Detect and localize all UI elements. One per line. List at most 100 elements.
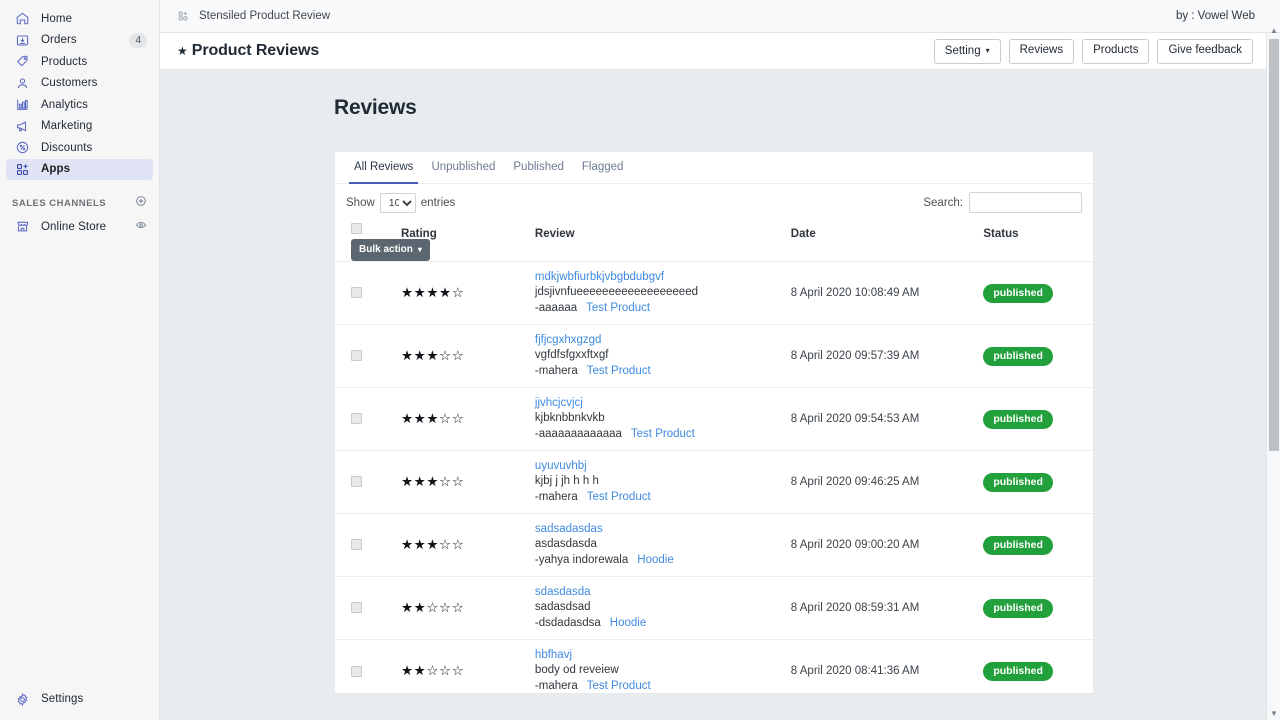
review-product-link[interactable]: Test Product: [586, 302, 650, 314]
review-product-link[interactable]: Test Product: [587, 680, 651, 692]
sidebar-item-discounts[interactable]: Discounts: [6, 137, 153, 159]
review-title-link[interactable]: mdkjwbfiurbkjvbgbdubgvf: [535, 270, 779, 285]
apps-grid-icon: [177, 10, 189, 22]
status-badge: published: [983, 410, 1053, 429]
row-checkbox[interactable]: [351, 287, 362, 299]
scroll-up-arrow[interactable]: ▲: [1267, 25, 1280, 35]
status-cell-wrap: published: [963, 325, 1093, 388]
row-select-cell: [335, 514, 379, 577]
reviews-tabs: All Reviews Unpublished Published Flagge…: [335, 152, 1093, 184]
entries-label: entries: [420, 196, 456, 209]
tab-unpublished[interactable]: Unpublished: [422, 152, 504, 183]
rating-cell: ★★★☆☆: [379, 514, 535, 577]
sidebar-item-products[interactable]: Products: [6, 51, 153, 73]
sidebar-item-home[interactable]: Home: [6, 8, 153, 30]
sidebar-item-orders[interactable]: Orders 4: [6, 30, 153, 52]
row-checkbox[interactable]: [351, 413, 362, 425]
header-date-label: Date: [790, 228, 816, 240]
page-size-select[interactable]: 102550100: [379, 192, 416, 213]
search-area: Search:: [923, 192, 1082, 213]
scroll-down-arrow[interactable]: ▼: [1267, 708, 1280, 718]
tab-published[interactable]: Published: [504, 152, 573, 183]
star-rating: ★★★☆☆: [400, 411, 465, 426]
review-title-link[interactable]: fjfjcgxhxgzgd: [535, 333, 779, 348]
review-body: jdsjivnfueeeeeeeeeeeeeeeeeed: [534, 285, 698, 298]
give-feedback-button[interactable]: Give feedback: [1157, 38, 1253, 64]
row-checkbox[interactable]: [351, 476, 362, 488]
reviews-table-body: ★★★★☆ mdkjwbfiurbkjvbgbdubgvf jdsjivnfueee…: [335, 261, 1093, 694]
row-select-cell: [335, 577, 379, 640]
vertical-scrollbar[interactable]: ▲ ▼: [1266, 26, 1280, 720]
header-date[interactable]: Date: [779, 219, 964, 262]
header-status[interactable]: Status: [963, 219, 1093, 262]
review-cell: jjvhcjcvjcj kjbknbbnkvkb -aaaaaaaaaaaaa Tes…: [535, 388, 779, 451]
status-badge: published: [983, 347, 1053, 366]
bulk-action-button[interactable]: Bulk action ▾: [351, 239, 430, 261]
review-title-link[interactable]: sdasdasda: [535, 585, 779, 600]
sidebar-item-apps[interactable]: Apps: [6, 158, 153, 180]
rating-cell: ★★☆☆☆: [379, 640, 535, 694]
star-rating: ★★☆☆☆: [400, 600, 465, 615]
review-date: 8 April 2020 09:00:20 AM: [790, 539, 920, 551]
setting-button[interactable]: Setting ▾: [933, 38, 1001, 64]
review-product-link[interactable]: Hoodie: [637, 554, 673, 566]
eye-icon[interactable]: [135, 218, 147, 236]
status-cell: published: [963, 283, 1093, 303]
status-badge: published: [983, 284, 1053, 303]
reviews-button[interactable]: Reviews: [1008, 38, 1075, 64]
app-author: by : Vowel Web: [1175, 10, 1255, 22]
review-title-link[interactable]: jjvhcjcvjcj: [535, 396, 779, 411]
review-body: body od reveiew: [534, 663, 619, 676]
products-button[interactable]: Products: [1082, 38, 1150, 64]
table-row: ★★★★☆ mdkjwbfiurbkjvbgbdubgvf jdsjivnfueee…: [335, 261, 1093, 325]
chevron-down-icon: ▾: [417, 245, 422, 254]
row-checkbox[interactable]: [351, 602, 362, 614]
search-input[interactable]: [969, 192, 1082, 213]
row-select-cell: [335, 388, 379, 451]
status-badge: published: [983, 599, 1053, 618]
review-product-link[interactable]: Test Product: [587, 365, 651, 377]
review-product-link[interactable]: Test Product: [631, 428, 695, 440]
review-author: -mahera: [534, 364, 578, 377]
sidebar-item-label: Discounts: [41, 141, 93, 154]
reviews-card: All Reviews Unpublished Published Flagge…: [334, 151, 1094, 694]
review-title-link[interactable]: hbfhavj: [535, 648, 779, 663]
sidebar-item-settings[interactable]: Settings: [6, 689, 153, 711]
row-checkbox[interactable]: [351, 350, 362, 362]
date-cell-wrap: 8 April 2020 08:59:31 AM: [779, 577, 964, 640]
app-header-buttons: Setting ▾ Reviews Products Give feedback: [933, 38, 1263, 64]
chevron-down-icon: ▾: [985, 45, 990, 55]
status-cell: published: [963, 472, 1093, 492]
status-cell: published: [963, 346, 1093, 366]
row-checkbox[interactable]: [351, 539, 362, 551]
sidebar-item-marketing[interactable]: Marketing: [6, 116, 153, 138]
home-icon: [12, 9, 32, 29]
orders-icon: [12, 30, 32, 50]
review-author: -aaaaaaaaaaaaa: [534, 427, 622, 440]
status-cell-wrap: published: [963, 451, 1093, 514]
table-row: ★★★☆☆ jjvhcjcvjcj kjbknbbnkvkb -aaaaaaaaaaa…: [335, 387, 1093, 451]
plus-circle-icon[interactable]: [135, 194, 147, 212]
tab-all-reviews[interactable]: All Reviews: [345, 152, 422, 184]
review-title-link[interactable]: sadsadasdas: [535, 522, 779, 537]
review-product-link[interactable]: Hoodie: [610, 617, 646, 629]
review-cell: fjfjcgxhxgzgd vgfdfsfgxxftxgf -mahera Test …: [535, 325, 779, 388]
rating-cell: ★★★☆☆: [379, 451, 535, 514]
row-select-cell: [335, 640, 379, 694]
status-cell: published: [963, 535, 1093, 555]
sidebar-item-label: Online Store: [41, 220, 107, 233]
row-checkbox[interactable]: [351, 665, 362, 677]
sidebar-item-customers[interactable]: Customers: [6, 73, 153, 95]
review-footer: -aaaaaaaaaaaaa Test Product: [535, 426, 779, 443]
sidebar-item-analytics[interactable]: Analytics: [6, 94, 153, 116]
sales-channels-title: SALES CHANNELS: [12, 197, 107, 209]
review-product-link[interactable]: Test Product: [587, 491, 651, 503]
sidebar-item-online-store[interactable]: Online Store: [6, 216, 153, 238]
select-all-checkbox[interactable]: [351, 223, 362, 235]
tab-flagged[interactable]: Flagged: [573, 152, 633, 183]
header-review[interactable]: Review: [535, 219, 779, 262]
review-title-link[interactable]: uyuvuvhbj: [535, 459, 779, 474]
scrollbar-thumb[interactable]: [1269, 39, 1279, 451]
review-body: vgfdfsfgxxftxgf: [534, 348, 609, 361]
content-area: Reviews All Reviews Unpublished Publishe…: [160, 70, 1280, 720]
